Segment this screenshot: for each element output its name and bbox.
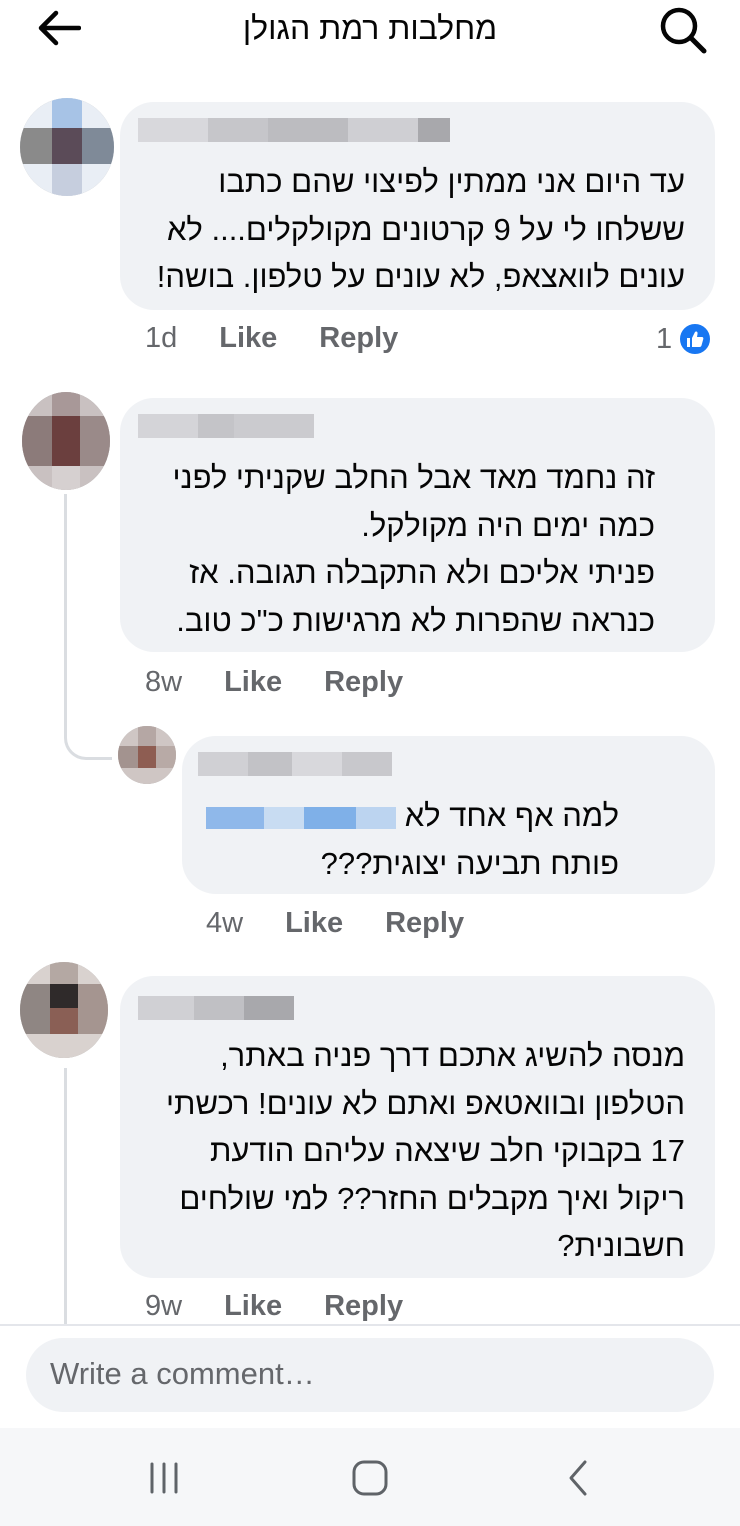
arrow-left-icon xyxy=(38,10,81,46)
comment-time[interactable]: 8w xyxy=(145,666,182,699)
thumbs-up-icon xyxy=(678,322,713,356)
like-button[interactable]: Like xyxy=(219,322,277,355)
reply-button[interactable]: Reply xyxy=(324,1290,403,1323)
comment-bubble: זה נחמד מאד אבל החלב שקניתי לפני כמה ימי… xyxy=(120,398,715,652)
comment-text: מנסה להשיג אתכם דרך פניה באתר, הטלפון וב… xyxy=(165,1038,685,1263)
back-button[interactable] xyxy=(34,6,84,50)
reply-button[interactable]: Reply xyxy=(319,322,398,355)
avatar[interactable] xyxy=(22,392,110,490)
comment-text: זה נחמד מאד אבל החלב שקניתי לפני כמה ימי… xyxy=(172,460,655,638)
nav-back-button[interactable] xyxy=(548,1454,608,1502)
commenter-name-redacted[interactable] xyxy=(138,118,450,142)
reply-button[interactable]: Reply xyxy=(385,907,464,940)
comment-input-placeholder: Write a comment… xyxy=(50,1356,315,1391)
commenter-name-redacted[interactable] xyxy=(198,752,392,776)
thread-connector xyxy=(64,1068,67,1324)
reply-button[interactable]: Reply xyxy=(324,666,403,699)
comment-bubble: עד היום אני ממתין לפיצוי שהם כתבו ששלחו … xyxy=(120,102,715,310)
commenter-name-redacted[interactable] xyxy=(138,414,314,438)
app-header: מחלבות רמת הגולן xyxy=(0,0,740,64)
thread-connector xyxy=(64,700,112,760)
comment-actions: 9w Like Reply xyxy=(145,1290,403,1323)
recent-apps-button[interactable] xyxy=(134,1454,194,1502)
comment-time[interactable]: 4w xyxy=(206,907,243,940)
nav-back-icon xyxy=(569,1460,587,1496)
search-icon xyxy=(660,7,707,54)
reaction-summary[interactable]: 1 xyxy=(656,322,713,356)
avatar[interactable] xyxy=(20,98,114,196)
reply-text: למה אף אחד לא פותח תביעה יצוגית??? xyxy=(199,792,619,887)
composer-divider xyxy=(0,1324,740,1326)
comment-actions: 1d Like Reply xyxy=(145,322,398,355)
avatar[interactable] xyxy=(118,726,176,784)
comment-input[interactable]: Write a comment… xyxy=(26,1338,714,1412)
reply-actions: 4w Like Reply xyxy=(206,907,464,940)
avatar[interactable] xyxy=(20,962,108,1058)
comment-time[interactable]: 1d xyxy=(145,322,177,355)
like-button[interactable]: Like xyxy=(285,907,343,940)
recent-apps-icon xyxy=(150,1462,178,1494)
home-button[interactable] xyxy=(340,1454,400,1502)
comment-actions: 8w Like Reply xyxy=(145,666,403,699)
comment-text: עד היום אני ממתין לפיצוי שהם כתבו ששלחו … xyxy=(156,164,685,294)
comment-bubble: מנסה להשיג אתכם דרך פניה באתר, הטלפון וב… xyxy=(120,976,715,1278)
home-icon xyxy=(352,1460,388,1496)
comment-time[interactable]: 9w xyxy=(145,1290,182,1323)
system-nav-bar xyxy=(0,1428,740,1526)
commenter-name-redacted[interactable] xyxy=(138,996,294,1020)
page-title: מחלבות רמת הגולן xyxy=(242,10,498,46)
reaction-count: 1 xyxy=(656,322,673,355)
mention-redacted[interactable] xyxy=(206,806,397,829)
reply-bubble: למה אף אחד לא פותח תביעה יצוגית??? xyxy=(182,736,715,894)
search-button[interactable] xyxy=(655,4,711,56)
comments-screen: מחלבות רמת הגולן עד היום אני ממתין לפיצו… xyxy=(0,0,740,1526)
thread-connector xyxy=(64,494,67,714)
like-button[interactable]: Like xyxy=(224,666,282,699)
like-button[interactable]: Like xyxy=(224,1290,282,1323)
